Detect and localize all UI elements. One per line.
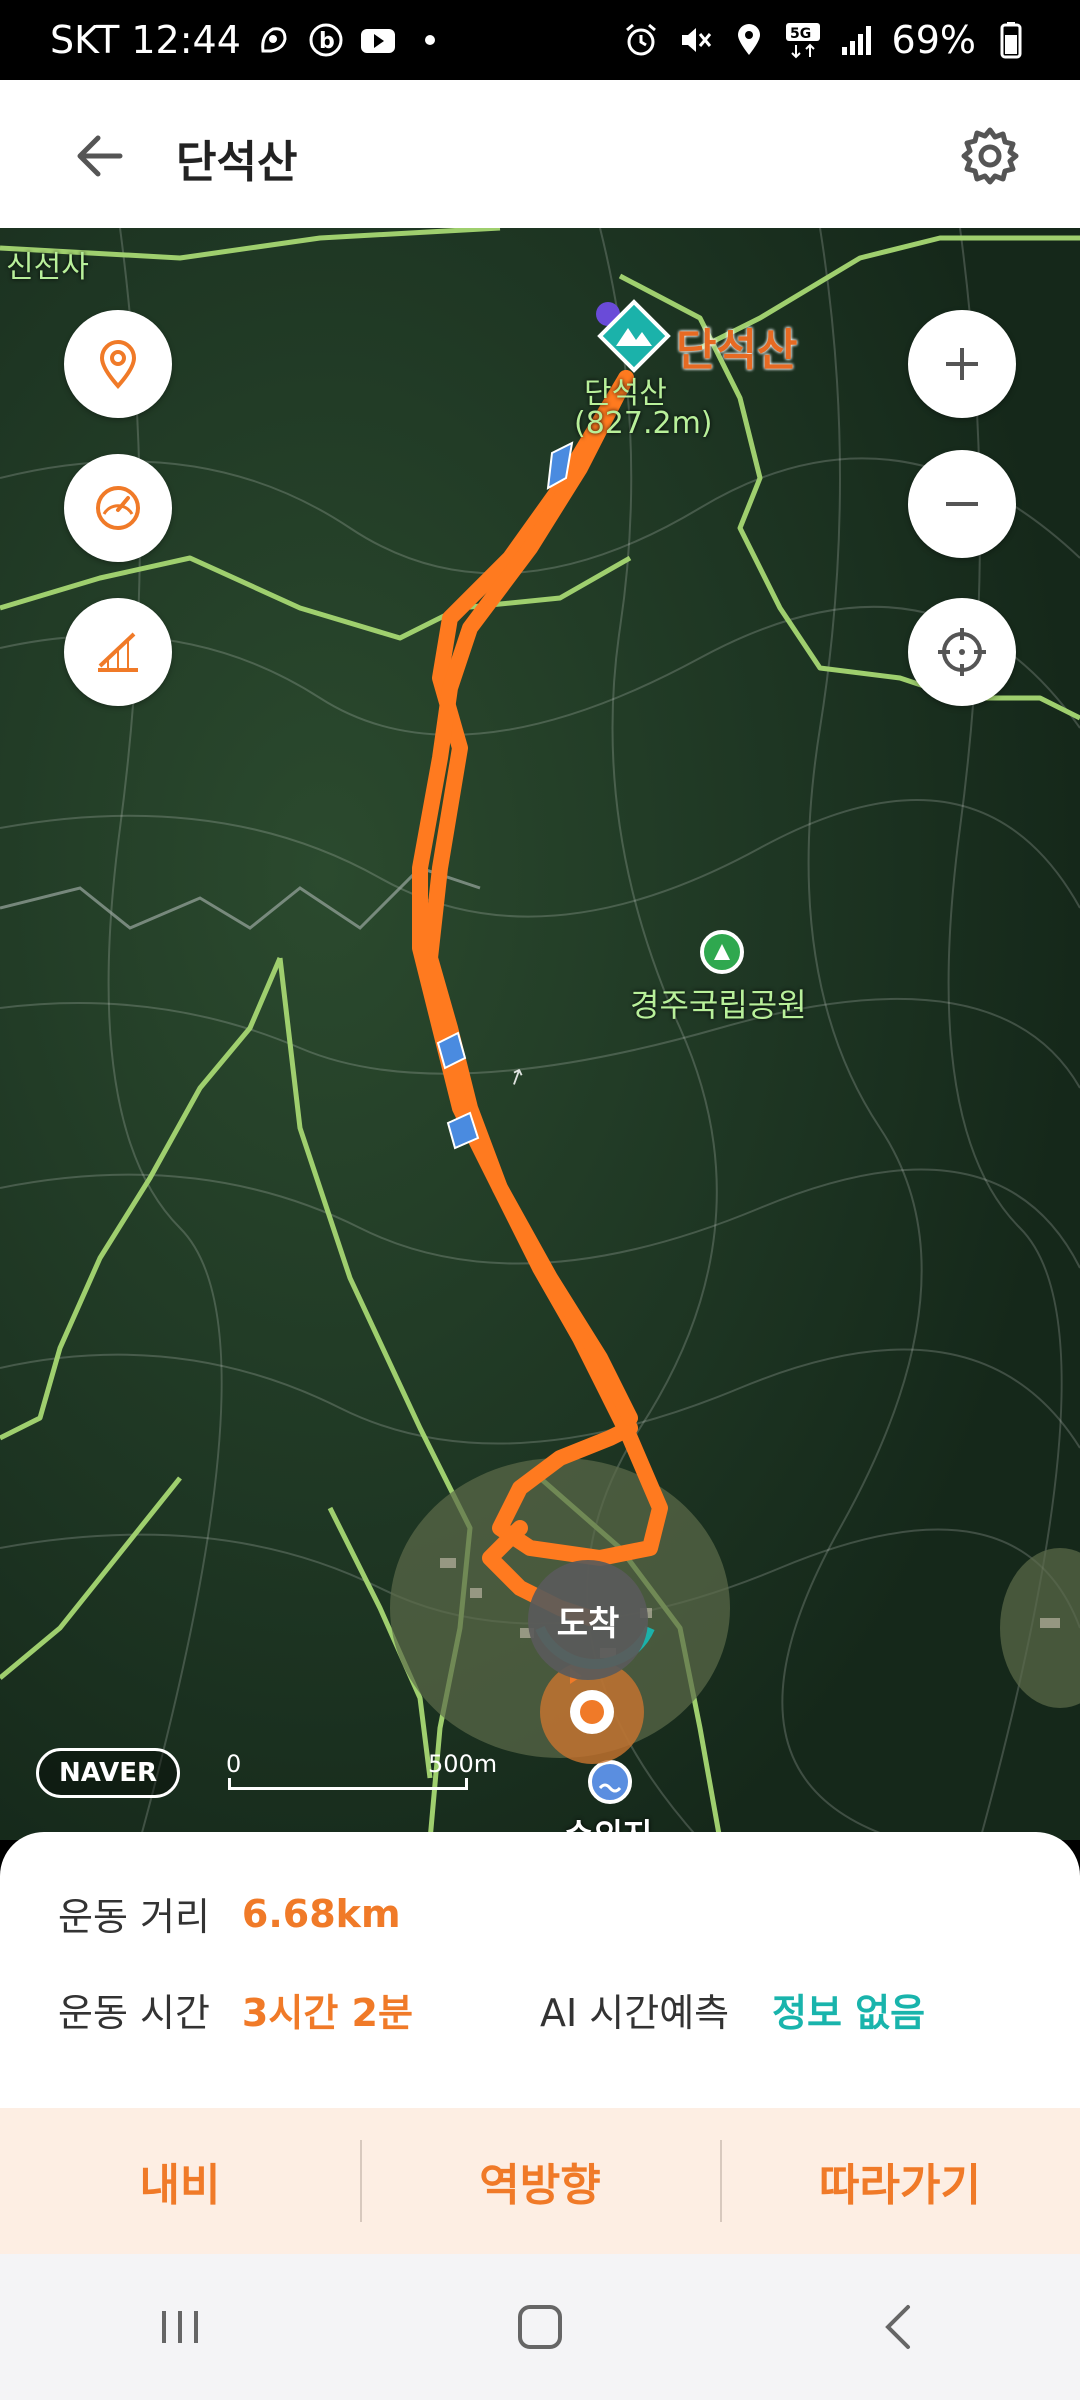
ai-prediction-label: AI 시간예측 bbox=[540, 1991, 730, 2035]
app-bar: 단석산 bbox=[0, 80, 1080, 228]
mute-icon bbox=[676, 21, 714, 59]
zoom-out-icon bbox=[946, 502, 978, 506]
elevation-button[interactable] bbox=[64, 598, 172, 706]
system-nav-bar bbox=[0, 2254, 1080, 2400]
action-bar: 내비 역방향 따라가기 bbox=[0, 2108, 1080, 2254]
time-label: 운동 시간 bbox=[58, 1991, 210, 2035]
map-view[interactable]: → 신선사 단석산 단석산 (827.2m) 경주국립공원 수의지 도착 NAV… bbox=[0, 228, 1080, 1840]
navigate-button[interactable]: 내비 bbox=[0, 2108, 360, 2254]
status-bar: SKT 12:44 b 5G 69% bbox=[0, 0, 1080, 80]
follow-button[interactable]: 따라가기 bbox=[720, 2108, 1080, 2254]
network-icon: 5G bbox=[784, 21, 822, 59]
time-row: 운동 시간 3시간 2분 bbox=[58, 1982, 413, 2037]
back-icon bbox=[885, 2305, 910, 2349]
recent-apps-button[interactable] bbox=[120, 2287, 240, 2367]
status-left: SKT 12:44 b bbox=[50, 0, 449, 80]
recent-apps-icon bbox=[162, 2311, 198, 2343]
settings-button[interactable] bbox=[950, 116, 1030, 196]
dot-icon bbox=[411, 21, 449, 59]
peak-name-label: 단석산 bbox=[676, 325, 798, 376]
stats-sheet: 운동 거리 6.68km 운동 시간 3시간 2분 AI 시간예측 정보 없음 bbox=[0, 1832, 1080, 2108]
arrival-badge[interactable]: 도착 bbox=[528, 1560, 648, 1680]
battery-icon bbox=[992, 21, 1030, 59]
distance-row: 운동 거리 6.68km bbox=[58, 1886, 401, 1941]
reverse-button[interactable]: 역방향 bbox=[360, 2108, 720, 2254]
home-button[interactable] bbox=[480, 2287, 600, 2367]
location-pin-icon bbox=[99, 340, 137, 390]
nav-back-button[interactable] bbox=[840, 2287, 960, 2367]
alarm-icon bbox=[622, 21, 660, 59]
arrow-left-icon bbox=[77, 135, 123, 177]
svg-text:b: b bbox=[319, 29, 335, 54]
page-title: 단석산 bbox=[176, 137, 298, 188]
my-location-button[interactable] bbox=[64, 310, 172, 418]
zoom-in-icon bbox=[946, 348, 978, 380]
time-value: 3시간 2분 bbox=[241, 1991, 413, 2035]
youtube-icon bbox=[359, 21, 397, 59]
speed-gauge-icon bbox=[96, 486, 140, 530]
speed-button[interactable] bbox=[64, 454, 172, 562]
scale-max: 500m bbox=[428, 1750, 498, 1778]
scale-bar bbox=[228, 1778, 468, 1790]
peak-elevation: (827.2m) bbox=[574, 406, 713, 441]
location-icon bbox=[730, 21, 768, 59]
naver-logo: NAVER bbox=[36, 1748, 180, 1798]
distance-value: 6.68km bbox=[241, 1891, 401, 1936]
zoom-in-button[interactable] bbox=[908, 310, 1016, 418]
signal-icon bbox=[838, 21, 876, 59]
scale-zero: 0 bbox=[226, 1750, 242, 1778]
home-icon bbox=[518, 2305, 562, 2349]
distance-label: 운동 거리 bbox=[58, 1895, 210, 1939]
gear-icon bbox=[961, 127, 1019, 185]
park-label: 경주국립공원 bbox=[630, 986, 807, 1024]
activity-icon bbox=[255, 21, 293, 59]
network-label: 5G bbox=[790, 26, 811, 42]
recenter-button[interactable] bbox=[908, 598, 1016, 706]
corner-place-label: 신선사 bbox=[6, 250, 89, 285]
crosshair-icon bbox=[938, 628, 986, 676]
b-app-icon: b bbox=[307, 21, 345, 59]
elevation-profile-icon bbox=[98, 632, 138, 672]
carrier-time: SKT 12:44 bbox=[50, 18, 241, 62]
status-right: 5G 69% bbox=[622, 0, 1030, 80]
back-button[interactable] bbox=[60, 116, 140, 196]
zoom-out-button[interactable] bbox=[908, 450, 1016, 558]
ai-prediction-value: 정보 없음 bbox=[772, 1991, 926, 2035]
battery-percent: 69% bbox=[891, 18, 976, 62]
